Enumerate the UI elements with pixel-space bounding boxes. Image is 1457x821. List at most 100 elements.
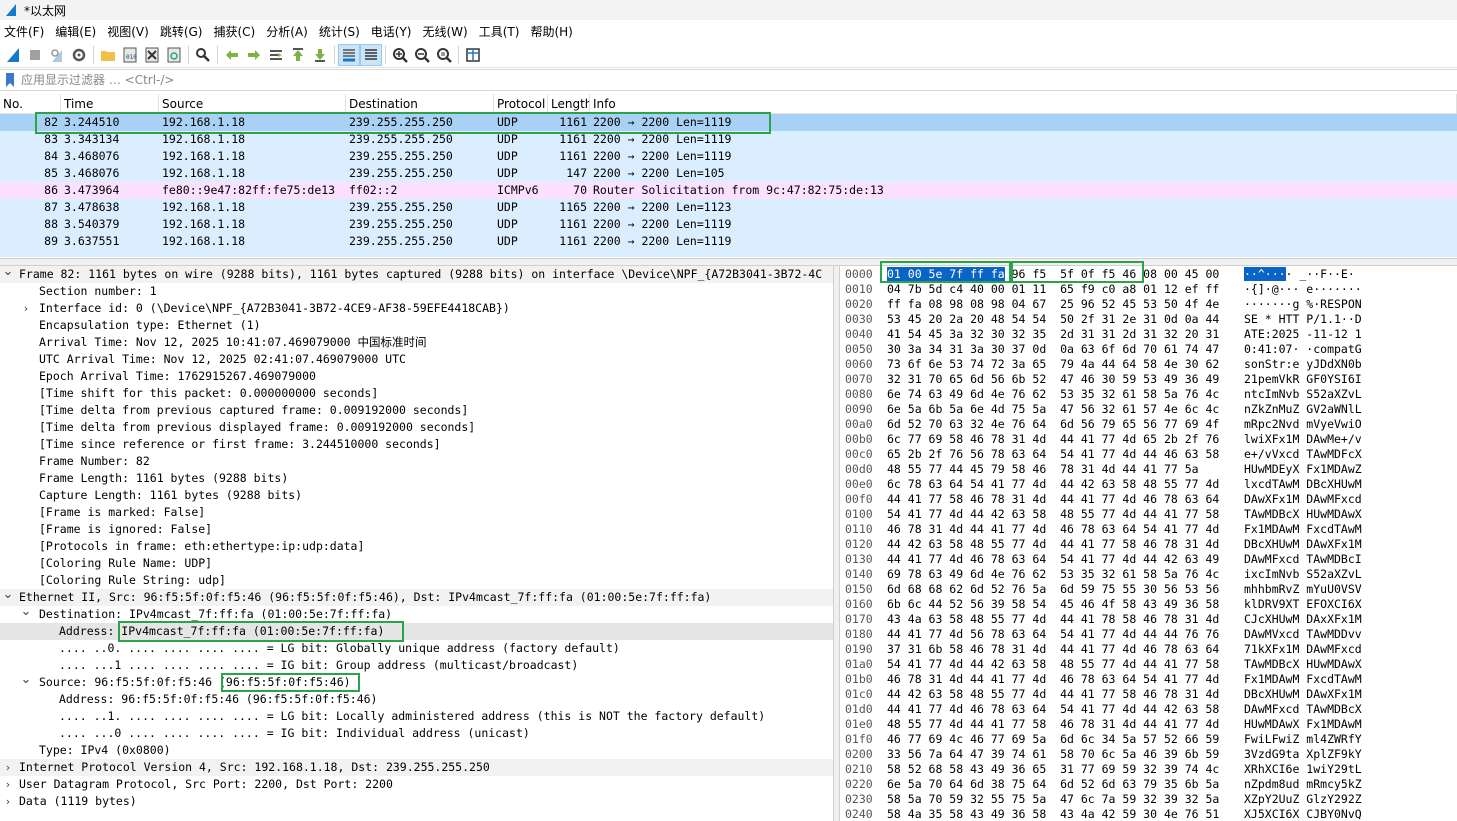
hex-row[interactable]: 0240 58 4a 35 58 43 49 36 58 43 4a 42 59 …: [840, 807, 1457, 821]
hex-row[interactable]: 0100 54 41 77 4d 44 42 63 58 48 55 77 4d …: [840, 507, 1457, 522]
detail-row[interactable]: [Frame is ignored: False]: [0, 521, 833, 538]
detail-row[interactable]: › User Datagram Protocol, Src Port: 2200,…: [0, 776, 833, 793]
hex-row[interactable]: 01f0 46 77 69 4c 46 77 69 5a 6d 6c 34 5a …: [840, 732, 1457, 747]
hex-ascii[interactable]: ·······g %·RESPON: [1244, 297, 1362, 312]
hex-row[interactable]: 0200 33 56 7a 64 47 39 74 61 58 70 6c 5a …: [840, 747, 1457, 762]
hex-bytes[interactable]: 04 7b 5d c4 40 00 01 11 65 f9 c0 a8 01 1…: [887, 282, 1219, 297]
display-filter-input[interactable]: [21, 71, 1421, 89]
hex-bytes[interactable]: 48 55 77 44 45 79 58 46 78 31 4d 44 41 7…: [887, 462, 1199, 477]
hex-row[interactable]: 0060 73 6f 6e 53 74 72 3a 65 79 4a 44 64 …: [840, 357, 1457, 372]
hex-bytes[interactable]: 48 55 77 4d 44 41 77 58 46 78 31 4d 44 4…: [887, 717, 1219, 732]
hex-bytes[interactable]: 65 2b 2f 76 56 78 63 64 54 41 77 4d 44 4…: [887, 447, 1219, 462]
hex-ascii[interactable]: DAwMVxcd TAwMDDvv: [1244, 627, 1362, 642]
detail-row[interactable]: Address: IPv4mcast_7f:ff:fa (01:00:5e:7f…: [0, 623, 833, 640]
packet-row[interactable]: 86 3.473964 fe80::9e47:82ff:fe75:de13 ff02:…: [0, 182, 1457, 199]
toolbar-button-stop-square[interactable]: [24, 44, 46, 66]
expand-arrow-down-icon[interactable]: ⌄: [20, 671, 32, 688]
toolbar-button-close-file[interactable]: [141, 44, 163, 66]
hex-ascii[interactable]: ·{]·@··· e·······: [1244, 282, 1362, 297]
hex-ascii[interactable]: DBcXHUwM DAwXFx1M: [1244, 687, 1362, 702]
detail-row[interactable]: ⌄ Ethernet II, Src: 96:f5:5f:0f:f5:46 (96…: [0, 586, 833, 606]
detail-row[interactable]: [Time shift for this packet: 0.000000000…: [0, 385, 833, 402]
hex-ascii[interactable]: ntcImNvb S52aXZvL: [1244, 387, 1362, 402]
hex-bytes[interactable]: 6d 52 70 63 32 4e 76 64 6d 56 79 65 56 7…: [887, 417, 1219, 432]
hex-ascii[interactable]: XRhXCI6e 1wiY29tL: [1244, 762, 1362, 777]
hex-row[interactable]: 0020 ff fa 08 98 08 98 04 67 25 96 52 45 …: [840, 297, 1457, 312]
hex-bytes[interactable]: 53 45 20 2a 20 48 54 54 50 2f 31 2e 31 0…: [887, 312, 1219, 327]
hex-row[interactable]: 0030 53 45 20 2a 20 48 54 54 50 2f 31 2e …: [840, 312, 1457, 327]
detail-row[interactable]: › Data (1119 bytes): [0, 793, 833, 810]
detail-row[interactable]: Section number: 1: [0, 283, 833, 300]
hex-bytes[interactable]: 6d 68 68 62 6d 52 76 5a 6d 59 75 55 30 5…: [887, 582, 1219, 597]
detail-row[interactable]: .... ..0. .... .... .... .... = LG bit: …: [0, 640, 833, 657]
hex-bytes[interactable]: 54 41 77 4d 44 42 63 58 48 55 77 4d 44 4…: [887, 507, 1219, 522]
hex-bytes[interactable]: 6c 78 63 64 54 41 77 4d 44 42 63 58 48 5…: [887, 477, 1219, 492]
detail-row[interactable]: Type: IPv4 (0x0800): [0, 742, 833, 759]
toolbar-button-autoscroll[interactable]: [338, 44, 360, 66]
hex-ascii[interactable]: nZpdm8ud mRmcy5kZ: [1244, 777, 1362, 792]
hex-bytes[interactable]: 6e 5a 70 64 6d 38 75 64 6d 52 6d 63 79 3…: [887, 777, 1219, 792]
hex-row[interactable]: 0110 46 78 31 4d 44 41 77 4d 46 78 63 64 …: [840, 522, 1457, 537]
toolbar-button-save-file[interactable]: 010: [119, 44, 141, 66]
packet-row[interactable]: 82 3.244510 192.168.1.18 239.255.255.250 UDP…: [0, 114, 1457, 131]
detail-row[interactable]: › Internet Protocol Version 4, Src: 192.1…: [0, 759, 833, 776]
hex-row[interactable]: 0180 44 41 77 4d 56 78 63 64 54 41 77 4d …: [840, 627, 1457, 642]
hex-row[interactable]: 0170 43 4a 63 58 48 55 77 4d 44 41 78 58 …: [840, 612, 1457, 627]
hex-ascii[interactable]: lwiXFx1M DAwMe+/v: [1244, 432, 1362, 447]
toolbar-button-go-forward-arrow[interactable]: [243, 44, 265, 66]
hex-bytes[interactable]: 46 78 31 4d 44 41 77 4d 46 78 63 64 54 4…: [887, 522, 1219, 537]
hex-ascii[interactable]: 71kXFx1M DAwMFxcd: [1244, 642, 1362, 657]
hex-bytes[interactable]: 6b 6c 44 52 56 39 58 54 45 46 4f 58 43 4…: [887, 597, 1219, 612]
toolbar-button-go-last[interactable]: [309, 44, 331, 66]
hex-bytes[interactable]: 32 31 70 65 6d 56 6b 52 47 46 30 59 53 4…: [887, 372, 1219, 387]
detail-row[interactable]: Capture Length: 1161 bytes (9288 bits): [0, 487, 833, 504]
hex-ascii[interactable]: DAwMFxcd TAwMDBcI: [1244, 552, 1362, 567]
hex-row[interactable]: 0000 01 00 5e 7f ff fa 96 f5 5f 0f f5 46 …: [840, 267, 1457, 282]
hex-ascii[interactable]: TAwMDBcX HUwMDAwX: [1244, 657, 1362, 672]
hex-row[interactable]: 01e0 48 55 77 4d 44 41 77 58 46 78 31 4d …: [840, 717, 1457, 732]
hex-bytes[interactable]: 6c 77 69 58 46 78 31 4d 44 41 77 4d 65 2…: [887, 432, 1219, 447]
column-header-4[interactable]: Protocol: [494, 94, 548, 114]
hex-ascii[interactable]: TAwMDBcX HUwMDAwX: [1244, 507, 1362, 522]
expand-arrow-down-icon[interactable]: ⌄: [2, 266, 14, 280]
menu-item-3[interactable]: 跳转(G): [156, 21, 210, 43]
hex-row[interactable]: 0010 04 7b 5d c4 40 00 01 11 65 f9 c0 a8 …: [840, 282, 1457, 297]
packet-row[interactable]: 84 3.468076 192.168.1.18 239.255.255.250 UDP…: [0, 148, 1457, 165]
detail-row[interactable]: .... ...1 .... .... .... .... = IG bit: …: [0, 657, 833, 674]
toolbar-button-zoom-out[interactable]: [411, 44, 433, 66]
hex-bytes[interactable]: 44 41 77 4d 46 78 63 64 54 41 77 4d 44 4…: [887, 552, 1219, 567]
menu-item-1[interactable]: 编辑(E): [51, 21, 103, 43]
hex-bytes[interactable]: 43 4a 63 58 48 55 77 4d 44 41 78 58 46 7…: [887, 612, 1219, 627]
hex-ascii[interactable]: SE * HTT P/1.1··D: [1244, 312, 1362, 327]
detail-row[interactable]: [Time delta from previous captured frame…: [0, 402, 833, 419]
pane-splitter-horizontal[interactable]: [0, 258, 1457, 266]
toolbar-button-zoom-normal[interactable]: [433, 44, 455, 66]
hex-ascii[interactable]: HUwMDEyX Fx1MDAwZ: [1244, 462, 1362, 477]
hex-bytes[interactable]: 6e 74 63 49 6d 4e 76 62 53 35 32 61 58 5…: [887, 387, 1219, 402]
detail-row[interactable]: [Coloring Rule String: udp]: [0, 572, 833, 589]
toolbar-button-go-first[interactable]: [287, 44, 309, 66]
hex-row[interactable]: 0160 6b 6c 44 52 56 39 58 54 45 46 4f 58 …: [840, 597, 1457, 612]
toolbar-button-restart-fin[interactable]: [46, 44, 68, 66]
detail-row[interactable]: Arrival Time: Nov 12, 2025 10:41:07.4690…: [0, 334, 833, 351]
hex-bytes[interactable]: 58 52 68 58 43 49 36 65 31 77 69 59 32 3…: [887, 762, 1219, 777]
detail-row[interactable]: [Frame is marked: False]: [0, 504, 833, 521]
hex-ascii[interactable]: klDRV9XT EFOXCI6X: [1244, 597, 1362, 612]
detail-row[interactable]: Frame Length: 1161 bytes (9288 bits): [0, 470, 833, 487]
hex-ascii[interactable]: Fx1MDAwM FxcdTAwM: [1244, 522, 1362, 537]
hex-bytes[interactable]: 69 78 63 49 6d 4e 76 62 53 35 32 61 58 5…: [887, 567, 1219, 582]
packet-row[interactable]: 83 3.343134 192.168.1.18 239.255.255.250 UDP…: [0, 131, 1457, 148]
hex-row[interactable]: 0070 32 31 70 65 6d 56 6b 52 47 46 30 59 …: [840, 372, 1457, 387]
hex-bytes[interactable]: 58 4a 35 58 43 49 36 58 43 4a 42 59 30 4…: [887, 807, 1219, 821]
hex-ascii[interactable]: XZpY2UuZ GlzY292Z: [1244, 792, 1362, 807]
toolbar-button-options-gear[interactable]: [68, 44, 90, 66]
menu-item-2[interactable]: 视图(V): [103, 21, 156, 43]
detail-row[interactable]: [Time delta from previous displayed fram…: [0, 419, 833, 436]
hex-bytes[interactable]: 44 41 77 4d 56 78 63 64 54 41 77 4d 44 4…: [887, 627, 1219, 642]
detail-row[interactable]: [Protocols in frame: eth:ethertype:ip:ud…: [0, 538, 833, 555]
expand-arrow-down-icon[interactable]: ⌄: [2, 586, 14, 603]
hex-ascii[interactable]: ATE:2025 -11-12 1: [1244, 327, 1362, 342]
filter-bookmark-icon[interactable]: [3, 72, 17, 88]
hex-row[interactable]: 0190 37 31 6b 58 46 78 31 4d 44 41 77 4d …: [840, 642, 1457, 657]
hex-bytes[interactable]: 73 6f 6e 53 74 72 3a 65 79 4a 44 64 58 4…: [887, 357, 1219, 372]
